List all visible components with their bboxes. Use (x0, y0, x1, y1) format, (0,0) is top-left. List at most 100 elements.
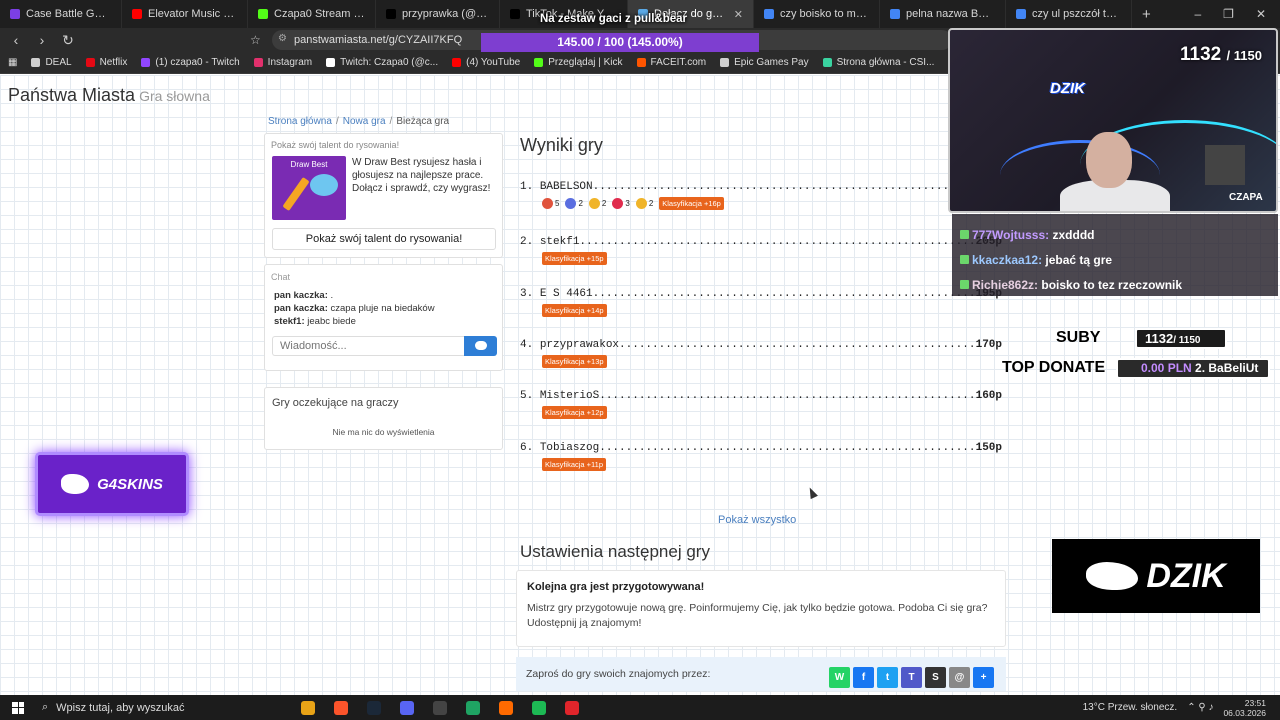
taskbar-app-icon[interactable] (433, 700, 447, 715)
bookmark-item[interactable]: Epic Games Pay (720, 57, 809, 68)
waiting-games-panel: Gry oczekujące na graczy Nie ma nic do w… (264, 387, 503, 450)
taskbar-app-icon[interactable] (532, 700, 546, 715)
whatsapp-share-icon[interactable]: W (829, 667, 850, 688)
taskbar-app-icon[interactable] (565, 700, 579, 715)
show-all-link[interactable]: Pokaż wszystko (718, 514, 796, 526)
apps-icon[interactable]: ▦ (8, 57, 17, 68)
webcam-name-label: CZAPA (1229, 192, 1263, 203)
new-tab-button[interactable]: + (1132, 6, 1161, 23)
minimize-icon[interactable]: – (1194, 7, 1201, 21)
browser-tab[interactable]: pelna nazwa BMW - Szuk (880, 0, 1006, 28)
send-message-icon (475, 341, 487, 350)
result-badge-wrap: Klasyfikacja +11p (542, 454, 1002, 471)
result-badge-wrap: Klasyfikacja +15p (542, 248, 1002, 265)
bookmark-favicon-icon (822, 58, 832, 67)
taskbar-clock[interactable]: 23:51 06.03.2026 (1223, 698, 1266, 718)
bookmark-item[interactable]: Instagram (253, 57, 312, 68)
taskbar-app-icon[interactable] (400, 700, 414, 715)
bookmark-label: (1) czapa0 - Twitch (155, 57, 240, 68)
email-share-icon[interactable]: @ (949, 667, 970, 688)
reaction-emoji-icon (612, 198, 624, 209)
result-row: 6. Tobiaszog 150p Klasyfikacja +11p (520, 442, 1002, 471)
weather-widget[interactable]: 13°C Przew. słonecz. (1083, 702, 1178, 713)
bookmark-label: Twitch: Czapa0 (@c... (340, 57, 439, 68)
url-text: panstwamiasta.net/g/CYZAII7KFQ (294, 34, 463, 46)
breadcrumb-home[interactable]: Strona główna (268, 116, 332, 127)
bookmark-item[interactable]: (4) YouTube (452, 57, 520, 68)
twitter-share-icon[interactable]: t (877, 667, 898, 688)
bookmark-item[interactable]: FACEIT.com (636, 57, 706, 68)
chat-message-input[interactable] (272, 336, 464, 356)
reaction-button[interactable]: 2 (588, 198, 606, 209)
taskbar-app-icon[interactable] (499, 700, 513, 715)
bookmark-item[interactable]: DEAL (31, 57, 72, 68)
browser-tab[interactable]: czy boisko to miejsce ze (754, 0, 880, 28)
tab-close-icon[interactable]: ✕ (734, 8, 743, 21)
draw-best-image[interactable]: Draw Best (272, 156, 346, 220)
taskbar-app-icon[interactable] (466, 700, 480, 715)
bookmark-item[interactable]: (1) czapa0 - Twitch (141, 57, 240, 68)
taskbar-app-icon[interactable] (367, 700, 381, 715)
bookmark-item[interactable]: Twitch: Czapa0 (@c... (326, 57, 438, 68)
taskbar-search-text: Wpisz tutaj, aby wyszukać (56, 701, 185, 714)
waiting-games-empty: Nie ma nic do wyświetlenia (332, 427, 435, 437)
stream-chat-line: Richie862z: boisko to tez rzeczownik (960, 278, 1182, 292)
invite-text: Zaproś do gry swoich znajomych przez: (526, 668, 711, 680)
bookmark-label: Netflix (99, 57, 128, 68)
chat-send-button[interactable] (464, 336, 497, 356)
browser-tab[interactable]: Czapa0 Stream - Watc (248, 0, 376, 28)
chat-message: pan kaczka: czapa pluje na biedaków (274, 302, 435, 315)
search-icon: ⌕ (42, 701, 49, 713)
result-row: 1. BABELSON 5 2 2 3 2 Klasyfikacja +16p (520, 181, 1002, 210)
chat-messages: pan kaczka: . pan kaczka: czapa pluje na … (274, 289, 435, 328)
site-header[interactable]: Państwa Miasta Gra słowna (8, 85, 210, 106)
windows-start-icon[interactable] (12, 701, 24, 714)
bookmark-favicon-icon (326, 58, 336, 67)
forward-icon[interactable]: › (32, 32, 52, 48)
bookmark-item[interactable]: Przeglądaj | Kick (534, 57, 623, 68)
bookmark-item[interactable]: Netflix (85, 57, 128, 68)
browser-tab[interactable]: Case Battle G4Skins | Zdob (0, 0, 122, 28)
classification-badge: Klasyfikacja +11p (542, 458, 607, 471)
share-share-icon[interactable]: + (973, 667, 994, 688)
bookmark-item[interactable]: Strona główna - CSI... (822, 57, 934, 68)
tray-icons[interactable]: ⌃ ⚲ ♪ (1187, 702, 1213, 713)
restore-icon[interactable]: ❐ (1223, 7, 1234, 21)
site-name: Państwa Miasta (8, 85, 136, 105)
teams-share-icon[interactable]: T (901, 667, 922, 688)
close-window-icon[interactable]: ✕ (1256, 7, 1266, 21)
breadcrumb-new-game[interactable]: Nowa gra (343, 116, 386, 127)
reaction-button[interactable]: 3 (612, 198, 630, 209)
taskbar-search[interactable]: ⌕ Wpisz tutaj, aby wyszukać (42, 701, 282, 714)
result-badge-wrap: Klasyfikacja +13p (542, 351, 1002, 368)
reload-icon[interactable]: ↻ (58, 32, 78, 49)
result-leader-dots (593, 181, 1000, 193)
result-badge-wrap: Klasyfikacja +12p (542, 402, 1002, 419)
browser-tab[interactable]: czy ul pszczół to rzecz - Sz (1006, 0, 1132, 28)
snapchat-share-icon[interactable]: S (925, 667, 946, 688)
overlay-goal-banner: Na zestaw gaci z pull&bear (540, 13, 687, 25)
reaction-button[interactable]: 5 (542, 198, 559, 209)
result-points: 150p (975, 442, 1002, 454)
reaction-button[interactable]: 2 (635, 198, 653, 209)
result-line: 1. BABELSON (520, 181, 1002, 193)
chat-message-user: pan kaczka: (274, 290, 328, 301)
tab-label: czy boisko to miejsce ze (780, 8, 869, 20)
reaction-button[interactable]: 2 (565, 198, 583, 209)
facebook-share-icon[interactable]: f (853, 667, 874, 688)
bookmark-icon[interactable]: ☆ (250, 33, 261, 47)
bookmark-favicon-icon (141, 58, 151, 67)
tab-label: czy ul pszczół to rzecz - Sz (1032, 8, 1121, 20)
browser-tab[interactable]: przyprawka (@przyprawka (376, 0, 500, 28)
draw-promo-button[interactable]: Pokaż swój talent do rysowania! (272, 228, 496, 250)
site-info-icon[interactable]: ⚙ (278, 33, 287, 44)
browser-tab[interactable]: Elevator Music - YouTube (122, 0, 248, 28)
next-game-heading: Kolejna gra jest przygotowywana! (527, 581, 705, 593)
share-buttons: Wf t T S @ + (829, 667, 994, 688)
back-icon[interactable]: ‹ (6, 32, 26, 48)
taskbar-app-icon[interactable] (301, 700, 315, 715)
tab-favicon-icon (510, 9, 520, 19)
taskbar-app-icon[interactable] (334, 700, 348, 715)
tab-favicon-icon (890, 9, 900, 19)
stream-chat-text: boisko to tez rzeczownik (1041, 278, 1183, 292)
